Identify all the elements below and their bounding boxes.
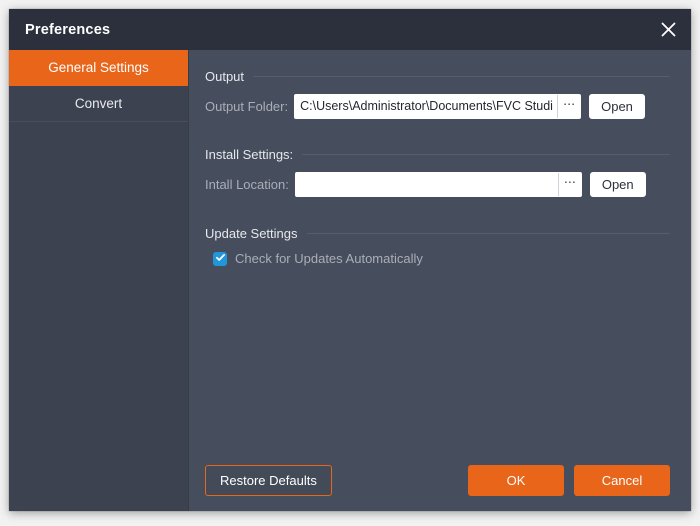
output-group-title: Output bbox=[205, 69, 245, 84]
output-group-header: Output bbox=[205, 69, 670, 84]
dialog-body: General Settings Convert Output Output F… bbox=[9, 50, 691, 511]
title-bar: Preferences bbox=[9, 9, 691, 50]
close-button[interactable] bbox=[645, 9, 691, 50]
output-folder-row: Output Folder: ⋯ Open bbox=[205, 93, 670, 119]
install-location-combo: ⋯ bbox=[294, 171, 582, 197]
section-divider bbox=[302, 154, 670, 155]
checkmark-icon bbox=[215, 250, 226, 268]
update-settings-group-title: Update Settings bbox=[205, 226, 298, 241]
sidebar: General Settings Convert bbox=[9, 50, 189, 511]
sidebar-item-label: General Settings bbox=[48, 60, 149, 75]
output-folder-browse-button[interactable]: ⋯ bbox=[557, 94, 581, 118]
output-group: Output Output Folder: ⋯ Open bbox=[205, 69, 670, 119]
install-location-open-button[interactable]: Open bbox=[589, 171, 646, 197]
install-location-input[interactable] bbox=[295, 172, 558, 196]
install-location-label: Intall Location: bbox=[205, 176, 289, 192]
update-settings-group: Update Settings Check for Updates Automa… bbox=[205, 226, 670, 266]
settings-content: Output Output Folder: ⋯ Open bbox=[189, 50, 691, 449]
check-updates-row[interactable]: Check for Updates Automatically bbox=[213, 251, 670, 266]
settings-panel: Output Output Folder: ⋯ Open bbox=[189, 50, 691, 511]
check-updates-checkbox[interactable] bbox=[213, 250, 227, 268]
output-folder-input[interactable] bbox=[295, 94, 558, 118]
sidebar-item-label: Convert bbox=[74, 96, 123, 111]
sidebar-item-general-settings[interactable]: General Settings bbox=[9, 50, 188, 86]
output-folder-label: Output Folder: bbox=[205, 98, 289, 114]
update-settings-group-header: Update Settings bbox=[205, 226, 670, 241]
section-divider bbox=[253, 76, 670, 77]
ok-button[interactable]: OK bbox=[468, 464, 564, 496]
output-folder-combo: ⋯ bbox=[294, 93, 582, 119]
install-location-browse-button[interactable]: ⋯ bbox=[557, 172, 581, 196]
page-title: Preferences bbox=[25, 21, 111, 38]
install-settings-group: Install Settings: Intall Location: ⋯ Ope… bbox=[205, 147, 670, 197]
close-icon bbox=[661, 22, 676, 37]
dialog-footer: Restore Defaults OK Cancel bbox=[189, 449, 691, 511]
output-folder-open-button[interactable]: Open bbox=[589, 93, 645, 119]
cancel-button[interactable]: Cancel bbox=[574, 464, 670, 496]
sidebar-item-convert[interactable]: Convert bbox=[9, 86, 188, 122]
install-settings-group-header: Install Settings: bbox=[205, 147, 670, 162]
preferences-dialog: Preferences General Settings Convert Out… bbox=[9, 9, 691, 511]
sidebar-empty-area bbox=[9, 122, 188, 511]
install-settings-group-title: Install Settings: bbox=[205, 147, 294, 162]
restore-defaults-button[interactable]: Restore Defaults bbox=[205, 464, 332, 496]
check-updates-label: Check for Updates Automatically bbox=[235, 251, 423, 266]
install-location-row: Intall Location: ⋯ Open bbox=[205, 171, 670, 197]
section-divider bbox=[306, 233, 670, 234]
